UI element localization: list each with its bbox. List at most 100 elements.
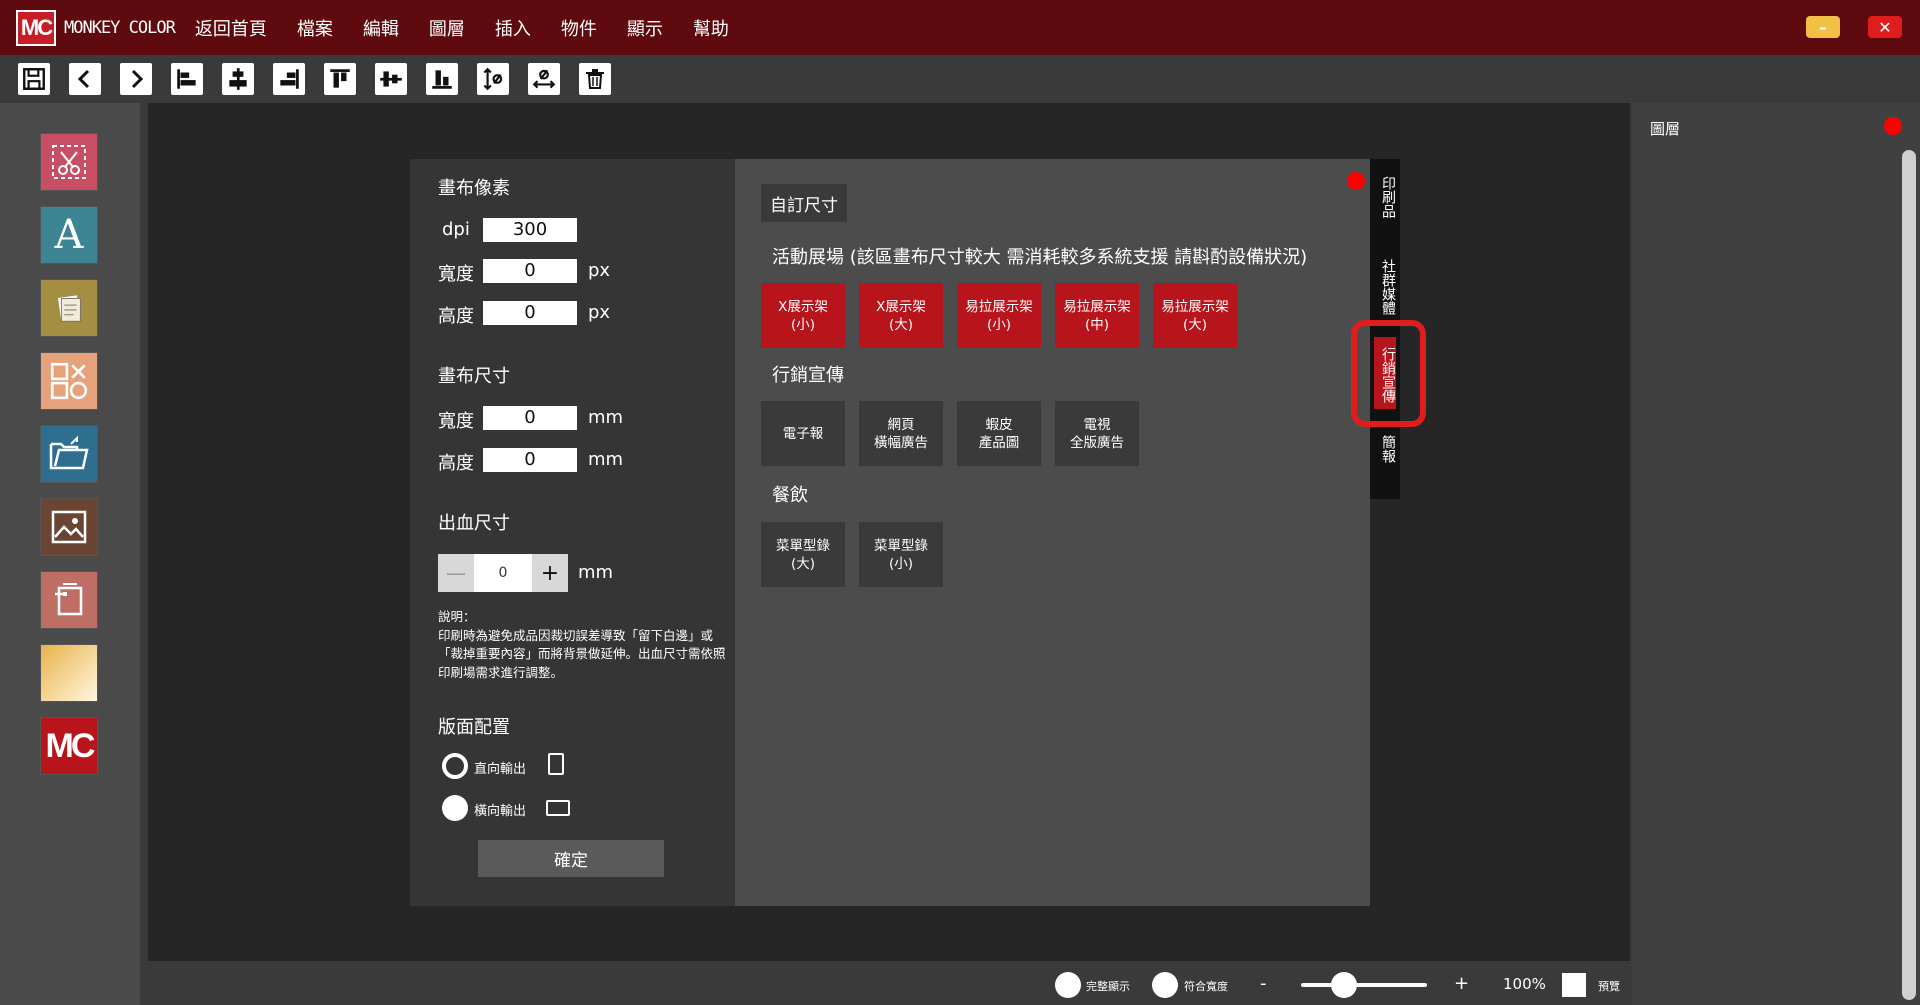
save-icon[interactable] (18, 63, 50, 95)
height-mm-label: 高度 (438, 453, 474, 474)
height-px-input[interactable]: 0 (483, 301, 577, 325)
dpi-input[interactable]: 300 (483, 218, 577, 242)
preset-sublabel: (大) (888, 316, 914, 333)
preset-sublabel: (小) (790, 316, 816, 333)
preset-rollup-medium[interactable]: 易拉展示架 (中) (1055, 283, 1139, 348)
zoom-out-button[interactable]: - (1260, 973, 1267, 994)
fit-width-label: 符合寬度 (1184, 980, 1228, 993)
bleed-decrement-button[interactable]: — (438, 554, 474, 592)
text-glyph: A (54, 212, 84, 258)
custom-size-tab[interactable]: 自訂尺寸 (761, 184, 847, 222)
preset-label: 易拉展示架 (965, 298, 1033, 315)
width-px-input[interactable]: 0 (483, 259, 577, 283)
undo-icon[interactable] (69, 63, 101, 95)
image-icon[interactable] (40, 498, 98, 556)
layout-title: 版面配置 (438, 717, 510, 738)
align-bottom-icon[interactable] (426, 63, 458, 95)
menu-file[interactable]: 檔案 (297, 15, 333, 41)
menu-view[interactable]: 顯示 (627, 15, 663, 41)
preset-label: 易拉展示架 (1161, 298, 1229, 315)
bleed-unit: mm (578, 562, 614, 583)
layers-panel: 圖層 (1632, 103, 1920, 1005)
menu-help[interactable]: 幫助 (693, 15, 729, 41)
layers-title: 圖層 (1650, 120, 1681, 138)
zoom-value: 100% (1503, 975, 1546, 993)
preset-web-banner[interactable]: 網頁 橫幅廣告 (859, 401, 943, 466)
preset-label: 電視 (1083, 416, 1111, 433)
shapes-icon[interactable] (40, 352, 98, 410)
preset-newsletter[interactable]: 電子報 (761, 401, 845, 466)
align-center-icon[interactable] (222, 63, 254, 95)
align-middle-icon[interactable] (375, 63, 407, 95)
menu-layer[interactable]: 圖層 (429, 15, 465, 41)
width-px-label: 寬度 (438, 264, 474, 285)
portrait-icon (548, 753, 564, 775)
preset-sublabel: 橫幅廣告 (874, 434, 928, 451)
preset-x-stand-large[interactable]: X展示架 (大) (859, 283, 943, 348)
delete-icon[interactable] (579, 63, 611, 95)
layers-scrollbar[interactable] (1902, 150, 1916, 1000)
preset-menu-small[interactable]: 菜單型錄 (小) (859, 522, 943, 587)
preview-toggle[interactable] (1562, 973, 1586, 997)
preset-rollup-small[interactable]: 易拉展示架 (小) (957, 283, 1041, 348)
bleed-title: 出血尺寸 (438, 513, 510, 534)
mc-logo-icon[interactable]: MC (40, 717, 98, 775)
preset-label: X展示架 (876, 298, 926, 315)
bleed-increment-button[interactable]: + (532, 554, 568, 592)
close-button[interactable]: ✕ (1868, 16, 1902, 38)
notes-icon[interactable] (40, 279, 98, 337)
pixels-title: 畫布像素 (438, 178, 510, 199)
gradient-icon[interactable] (40, 644, 98, 702)
app-logo: MC (16, 9, 56, 46)
menu-home[interactable]: 返回首頁 (195, 15, 267, 41)
width-mm-input[interactable]: 0 (483, 406, 577, 430)
dialog-close-dot[interactable] (1347, 172, 1365, 190)
preset-sublabel: (小) (888, 555, 914, 572)
menu-insert[interactable]: 插入 (495, 15, 531, 41)
fit-width-toggle[interactable] (1152, 972, 1178, 998)
preset-tv-fullscreen-ad[interactable]: 電視 全版廣告 (1055, 401, 1139, 466)
event-category-title: 活動展場 (該區畫布尺寸較大 需消耗較多系統支援 請斟酌設備狀況) (772, 247, 1308, 268)
menu-bar: 返回首頁 檔案 編輯 圖層 插入 物件 顯示 幫助 (195, 15, 759, 41)
layers-close-dot[interactable] (1884, 117, 1902, 135)
preset-label: X展示架 (778, 298, 828, 315)
zoom-in-button[interactable]: + (1454, 973, 1469, 994)
landscape-radio[interactable] (442, 795, 468, 821)
align-right-icon[interactable] (273, 63, 305, 95)
tab-social-media[interactable]: 社群媒體 (1374, 252, 1396, 322)
align-top-icon[interactable] (324, 63, 356, 95)
canvas-settings-panel: 畫布像素 dpi 300 寬度 0 px 高度 0 px 畫布尺寸 寬度 0 m… (410, 159, 735, 906)
preset-menu-large[interactable]: 菜單型錄 (大) (761, 522, 845, 587)
food-category-title: 餐飲 (772, 485, 808, 506)
zoom-slider-handle[interactable] (1331, 972, 1357, 998)
fit-all-toggle[interactable] (1055, 972, 1081, 998)
preview-label: 預覽 (1598, 980, 1620, 993)
align-left-icon[interactable] (171, 63, 203, 95)
confirm-button[interactable]: 確定 (478, 840, 664, 877)
menu-object[interactable]: 物件 (561, 15, 597, 41)
text-icon[interactable]: A (40, 206, 98, 264)
distribute-vertical-icon[interactable] (477, 63, 509, 95)
tab-presentation[interactable]: 簡報 (1374, 429, 1396, 469)
frame-icon[interactable] (40, 571, 98, 629)
portrait-radio[interactable] (442, 753, 468, 779)
open-folder-icon[interactable] (40, 425, 98, 483)
bleed-input[interactable]: 0 (474, 554, 532, 592)
dpi-label: dpi (442, 219, 470, 240)
menu-edit[interactable]: 編輯 (363, 15, 399, 41)
height-mm-input[interactable]: 0 (483, 448, 577, 472)
toolbar (0, 55, 1920, 103)
zoom-slider-track[interactable] (1301, 983, 1427, 987)
redo-icon[interactable] (120, 63, 152, 95)
note-body: 印刷時為避免成品因裁切誤差導致「留下白邊」或「裁掉重要內容」而將背景做延伸。出血… (438, 627, 726, 680)
preset-x-stand-small[interactable]: X展示架 (小) (761, 283, 845, 348)
tab-print[interactable]: 印刷品 (1374, 165, 1396, 229)
distribute-horizontal-icon[interactable] (528, 63, 560, 95)
portrait-label: 直向輸出 (474, 762, 527, 777)
preset-shopee-product[interactable]: 蝦皮 產品圖 (957, 401, 1041, 466)
crop-icon[interactable] (40, 133, 98, 191)
preset-label: 易拉展示架 (1063, 298, 1131, 315)
preset-rollup-large[interactable]: 易拉展示架 (大) (1153, 283, 1237, 348)
preset-sublabel: 全版廣告 (1070, 434, 1124, 451)
minimize-button[interactable]: – (1806, 16, 1840, 38)
